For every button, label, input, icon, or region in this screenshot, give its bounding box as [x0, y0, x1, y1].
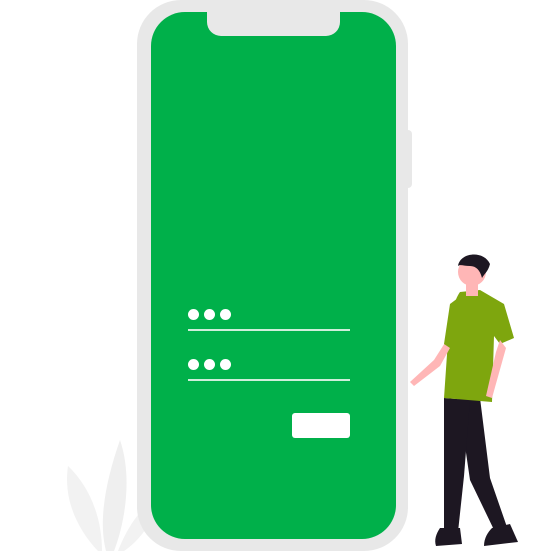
- masked-input-dots-icon: [188, 359, 231, 370]
- username-field[interactable]: [188, 309, 350, 333]
- password-field[interactable]: [188, 359, 350, 383]
- field-underline: [188, 379, 350, 381]
- phone-screen: [151, 12, 396, 539]
- login-illustration: [0, 0, 549, 551]
- phone-side-button: [406, 130, 412, 188]
- submit-button[interactable]: [292, 413, 350, 438]
- masked-input-dots-icon: [188, 309, 231, 320]
- field-underline: [188, 329, 350, 331]
- phone-notch: [207, 0, 340, 36]
- standing-person-icon: [410, 254, 518, 546]
